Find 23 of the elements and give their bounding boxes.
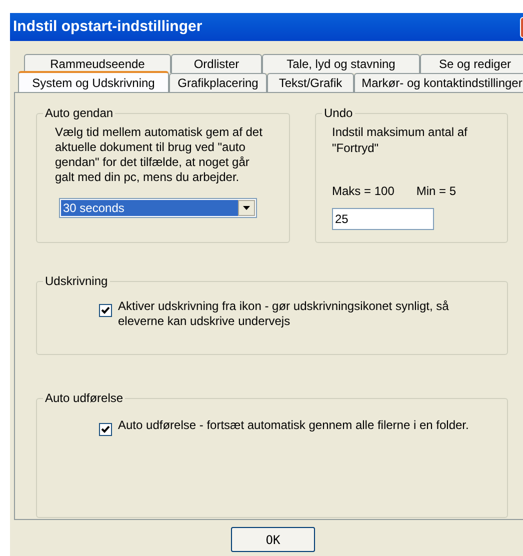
checkbox[interactable] xyxy=(99,423,112,436)
tab[interactable]: Se og rediger xyxy=(420,54,523,73)
min-label: Min = 5 xyxy=(416,183,456,200)
window-title: Indstil opstart-indstillinger xyxy=(13,16,202,37)
tab[interactable]: Tekst/Grafik xyxy=(267,73,354,92)
interval-dropdown[interactable]: 30 seconds xyxy=(59,198,257,218)
tab[interactable]: Tale, lyd og stavning xyxy=(262,54,420,73)
tab[interactable]: Ordlister xyxy=(171,54,262,73)
checkbox[interactable] xyxy=(99,304,112,317)
tab[interactable]: Grafikplacering xyxy=(169,73,267,92)
tab[interactable]: Rammeudseende xyxy=(24,54,171,73)
description-text: Indstil maksimum antal af "Fortryd" xyxy=(332,124,468,156)
tab[interactable]: Markør- og kontaktindstillinger xyxy=(354,73,523,92)
description-text: Vælg tid mellem automatisk gem af det aktuelle dokument til brug ved "auto gendan" for det tilfælde, at noget går galt med din pc, mens du arbejder. xyxy=(55,125,264,185)
ok-button[interactable]: OK xyxy=(231,527,315,552)
checkbox-label: Aktiver udskrivning fra ikon - gør udskrivningsikonet synligt, så eleverne kan udskrive undervejs xyxy=(118,299,450,329)
dropdown-value: 30 seconds xyxy=(61,200,238,216)
checkbox-label: Auto udførelse - fortsæt automatisk gennem alle filerne i en folder. xyxy=(118,418,469,433)
undo-count-field[interactable]: 25 xyxy=(332,208,434,230)
group-title: Auto gendan xyxy=(43,105,116,121)
group-title: Udskrivning xyxy=(43,273,110,289)
tab[interactable]: System og Udskrivning xyxy=(18,71,169,92)
max-label: Maks = 100 xyxy=(332,183,394,200)
